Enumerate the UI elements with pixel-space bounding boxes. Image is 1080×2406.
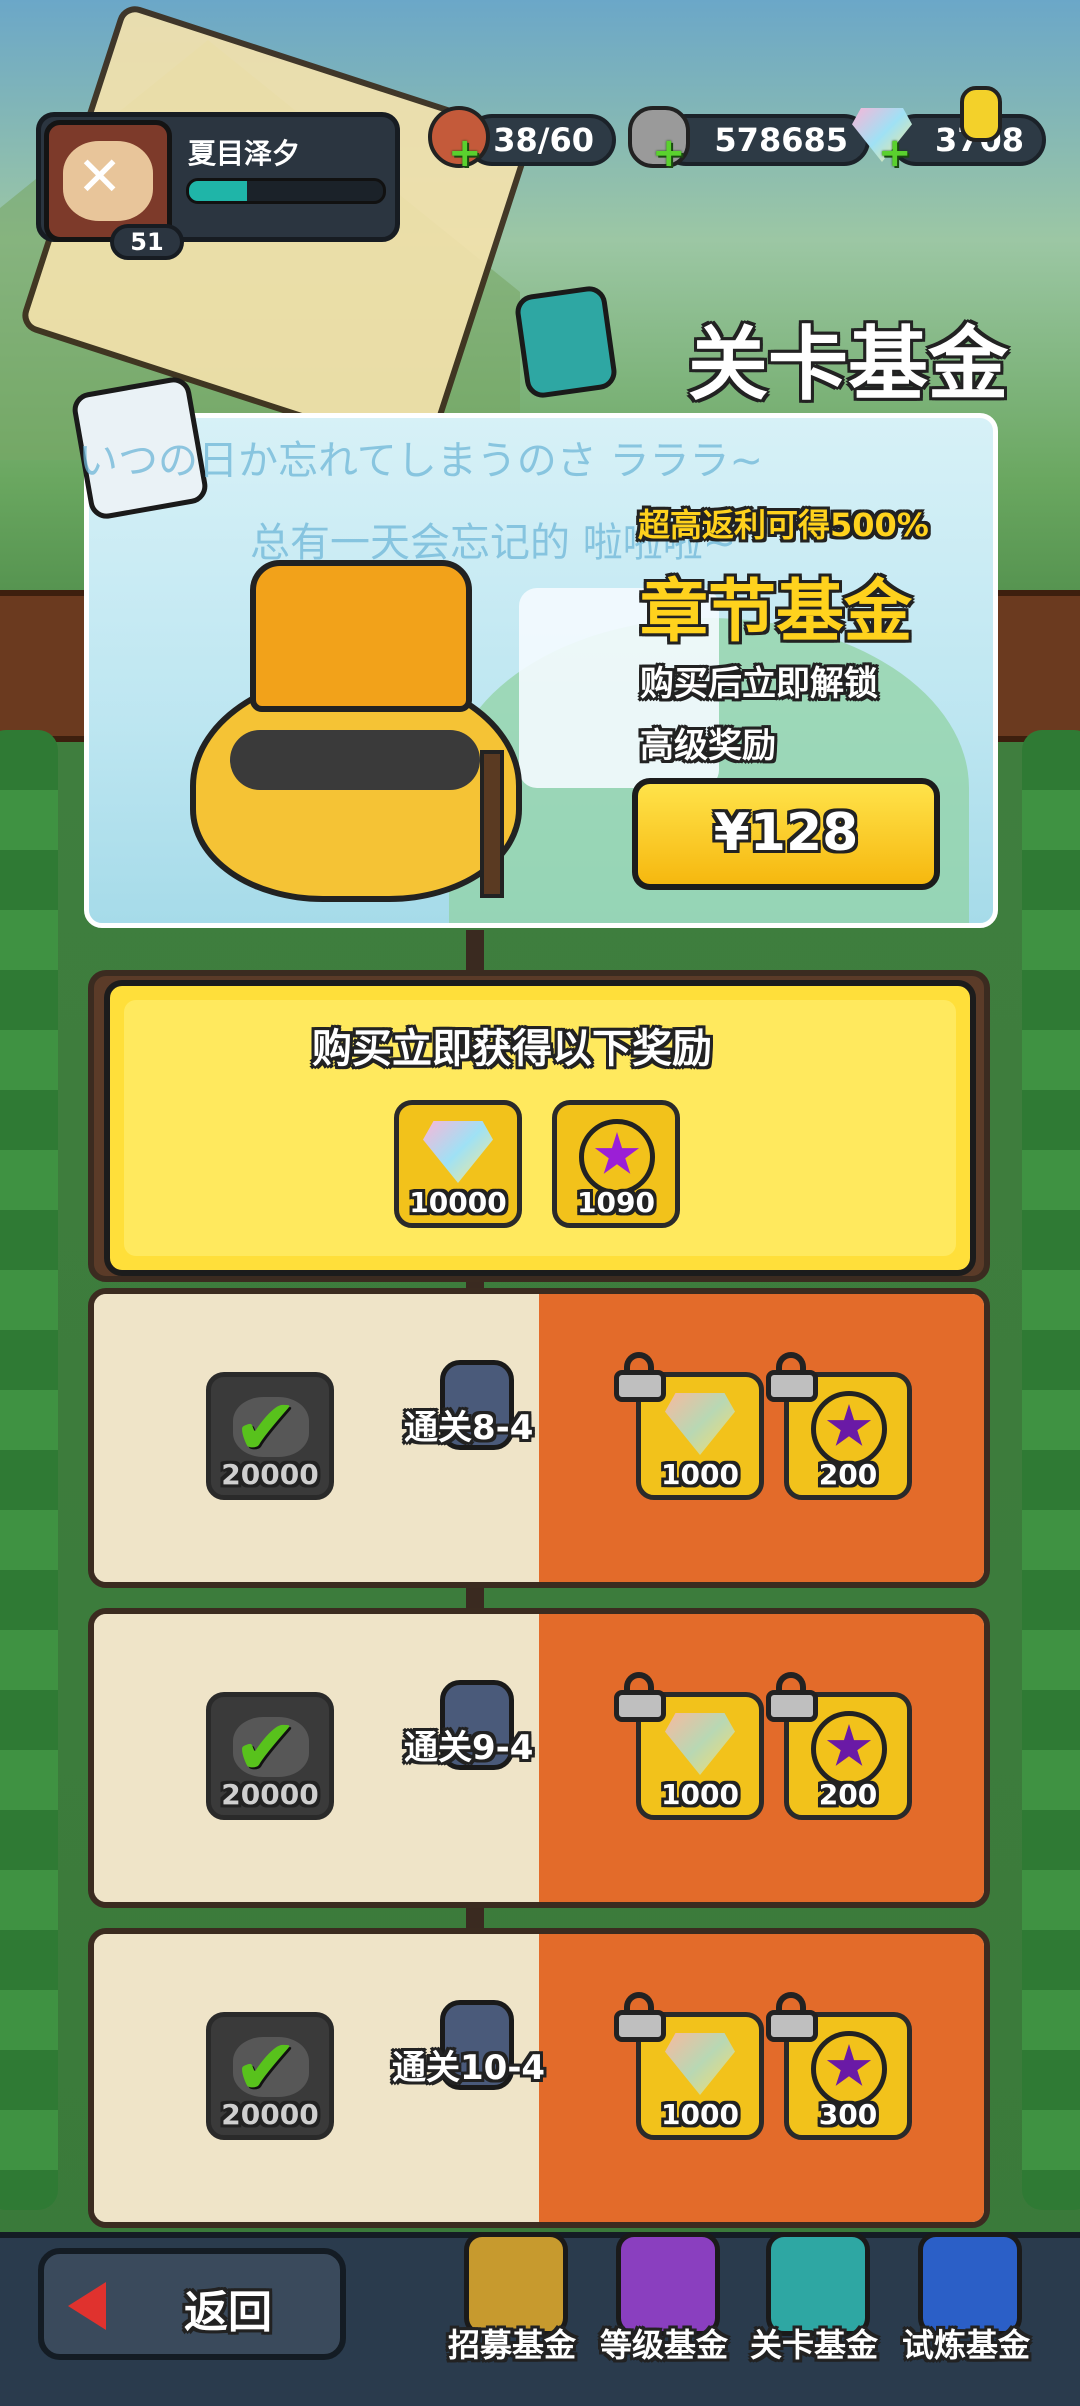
back-button[interactable]: 返回 <box>38 2248 346 2360</box>
star-icon <box>826 2044 872 2086</box>
tab-label: 招募基金 <box>448 2326 577 2364</box>
reward-qty: 20000 <box>221 1778 319 1811</box>
add-coins-button[interactable]: + <box>652 130 686 176</box>
hedge-left <box>0 730 58 2210</box>
tab-label: 关卡基金 <box>750 2326 879 2364</box>
hedge-right <box>1022 730 1080 2210</box>
king-mustache <box>230 730 480 790</box>
lock-icon <box>766 1352 818 1402</box>
buy-price: ¥128 <box>713 803 859 863</box>
wall-stripe-right <box>990 590 1080 742</box>
diamond-icon <box>665 1713 735 1775</box>
coins-pill[interactable]: 578685 <box>660 114 870 166</box>
reward-item[interactable]: 10000 <box>394 1100 522 1228</box>
lock-icon <box>614 1992 666 2042</box>
king-scepter <box>480 750 504 898</box>
player-name: 夏目泽夕 <box>188 137 301 170</box>
star-coin-icon <box>811 1391 887 1467</box>
lyric-line-1: いつの日か忘れてしまうのさ ラララ~ <box>78 438 764 484</box>
exp-bar <box>186 178 386 204</box>
reward-qty: 200 <box>818 1458 878 1491</box>
tab-trial-fund[interactable]: 试炼基金 <box>902 2222 1038 2382</box>
level-badge: 51 <box>110 224 184 260</box>
reward-qty: 1090 <box>577 1186 655 1219</box>
star-icon <box>826 1404 872 1446</box>
star-coin-icon <box>579 1119 655 1195</box>
star-coin-icon <box>811 1711 887 1787</box>
tab-label: 试炼基金 <box>902 2326 1031 2364</box>
stage-label: 通关10-4 <box>392 2048 546 2088</box>
exp-fill <box>189 181 248 201</box>
banner-desc-1: 购买后立即解锁 <box>640 664 878 704</box>
instant-rewards-title: 购买立即获得以下奖励 <box>312 1026 712 1072</box>
reward-qty: 1000 <box>661 2098 739 2131</box>
tab-stage-fund[interactable]: 关卡基金 <box>750 2222 886 2382</box>
reward-qty: 1000 <box>661 1778 739 1811</box>
tab-label: 等级基金 <box>600 2326 729 2364</box>
lock-icon <box>766 1672 818 1722</box>
reward-qty: 300 <box>818 2098 878 2131</box>
king-crown <box>250 560 472 712</box>
diamond-icon <box>665 1393 735 1455</box>
reward-qty: 20000 <box>221 1458 319 1491</box>
free-reward-claimed[interactable]: ✔ 20000 <box>206 1692 334 1820</box>
reward-qty: 20000 <box>221 2098 319 2131</box>
star-icon <box>594 1132 640 1174</box>
tab-level-fund[interactable]: 等级基金 <box>600 2222 736 2382</box>
wall-stripe-left <box>0 590 90 742</box>
lock-icon <box>614 1672 666 1722</box>
stamina-value: 38/60 <box>493 121 594 159</box>
diamond-icon <box>423 1121 493 1183</box>
back-arrow-icon <box>68 2282 106 2330</box>
reward-qty: 200 <box>818 1778 878 1811</box>
diamond-icon <box>665 2033 735 2095</box>
star-icon <box>826 1724 872 1766</box>
page-title: 关卡基金 <box>688 318 1008 411</box>
yellow-rod-icon <box>960 86 1002 142</box>
free-reward-claimed[interactable]: ✔ 20000 <box>206 2012 334 2140</box>
stage-label: 通关8-4 <box>404 1408 534 1448</box>
banner-desc-2: 高级奖励 <box>640 726 776 766</box>
banner-tagline: 超高返利可得500% <box>638 506 929 544</box>
player-level: 51 <box>130 228 164 256</box>
coins-value: 578685 <box>714 121 848 159</box>
avatar-mark: ✕ <box>77 145 123 208</box>
add-gems-button[interactable]: + <box>878 130 912 176</box>
free-reward-claimed[interactable]: ✔ 20000 <box>206 1372 334 1500</box>
reward-item[interactable]: 1090 <box>552 1100 680 1228</box>
reward-qty: 10000 <box>409 1186 507 1219</box>
lock-icon <box>614 1352 666 1402</box>
reward-qty: 1000 <box>661 1458 739 1491</box>
buy-button[interactable]: ¥128 <box>632 778 940 890</box>
king-mascot <box>150 560 570 902</box>
stage-label: 通关9-4 <box>404 1728 534 1768</box>
lock-icon <box>766 1992 818 2042</box>
add-stamina-button[interactable]: + <box>448 130 482 176</box>
back-label: 返回 <box>184 2287 272 2338</box>
banner-title: 章节基金 <box>640 573 913 652</box>
star-coin-icon <box>811 2031 887 2107</box>
stage-fund-title-icon <box>513 284 619 400</box>
tab-recruit-fund[interactable]: 招募基金 <box>448 2222 584 2382</box>
